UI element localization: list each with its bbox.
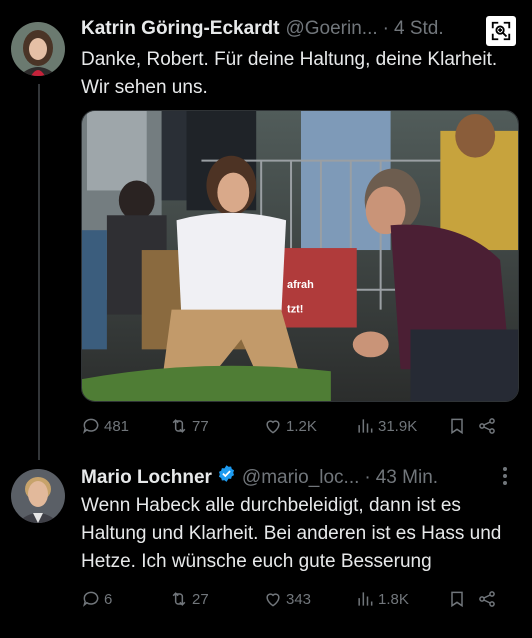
more-icon	[503, 467, 507, 485]
sign-text: tzt!	[287, 304, 303, 316]
retweet-icon	[172, 592, 186, 606]
share-button[interactable]	[477, 416, 507, 436]
sign-text: afrah	[287, 279, 314, 291]
author-name[interactable]: Mario Lochner	[81, 467, 212, 489]
views-button[interactable]: 1.8K	[355, 589, 447, 609]
tweet-actions: 481 77 1.2K 31.9K	[81, 416, 513, 436]
retweet-count: 77	[192, 417, 209, 435]
views-icon	[358, 419, 373, 433]
tweet-header: Mario Lochner @mario_loc... · 43 Min.	[81, 464, 438, 489]
avatar[interactable]	[11, 22, 65, 76]
zoom-in-icon	[491, 21, 511, 41]
like-button[interactable]: 1.2K	[263, 416, 355, 436]
tweet-actions: 6 27 343 1.8K	[81, 589, 513, 609]
heart-icon	[266, 420, 280, 434]
retweet-count: 27	[192, 590, 209, 608]
tweet-header: Katrin Göring-Eckardt @Goerin... · 4 Std…	[81, 18, 444, 40]
author-name[interactable]: Katrin Göring-Eckardt	[81, 18, 279, 40]
like-count: 1.2K	[286, 417, 317, 435]
author-handle[interactable]: @mario_loc...	[242, 467, 360, 489]
bookmark-icon	[451, 591, 463, 608]
thread-connector-line	[38, 84, 40, 460]
share-icon	[479, 418, 495, 434]
verified-badge-icon	[218, 465, 234, 482]
tweet-text: Wenn Habeck alle durchbeleidigt, dann is…	[81, 495, 502, 572]
bookmark-button[interactable]	[447, 416, 477, 436]
like-count: 343	[286, 590, 312, 608]
like-button[interactable]: 343	[263, 589, 355, 609]
reply-button[interactable]: 481	[81, 416, 169, 436]
reply-button[interactable]: 6	[81, 589, 169, 609]
view-count: 31.9K	[378, 417, 418, 435]
tweet-photo[interactable]: afrah tzt!	[81, 110, 519, 402]
zoom-in-button[interactable]	[486, 16, 516, 46]
more-button[interactable]	[502, 466, 508, 489]
heart-icon	[266, 593, 280, 607]
retweet-button[interactable]: 27	[169, 589, 263, 609]
reply-icon	[83, 418, 99, 434]
bookmark-icon	[451, 418, 463, 435]
author-handle[interactable]: @Goerin...	[285, 18, 377, 40]
reply-icon	[83, 591, 99, 607]
separator: ·	[382, 18, 389, 39]
tweet-text: Danke, Robert. Für deine Haltung, deine …	[81, 49, 498, 98]
timestamp[interactable]: 4 Std.	[394, 18, 444, 40]
views-icon	[358, 592, 373, 606]
view-count: 1.8K	[378, 590, 409, 608]
reply-count: 481	[104, 417, 130, 435]
reply-count: 6	[104, 590, 113, 608]
views-button[interactable]: 31.9K	[355, 416, 447, 436]
avatar[interactable]	[11, 469, 65, 523]
separator: ·	[364, 467, 371, 488]
share-button[interactable]	[477, 589, 507, 609]
bookmark-button[interactable]	[447, 589, 477, 609]
timestamp[interactable]: 43 Min.	[376, 467, 438, 489]
retweet-icon	[172, 419, 186, 433]
retweet-button[interactable]: 77	[169, 416, 263, 436]
share-icon	[479, 591, 495, 607]
